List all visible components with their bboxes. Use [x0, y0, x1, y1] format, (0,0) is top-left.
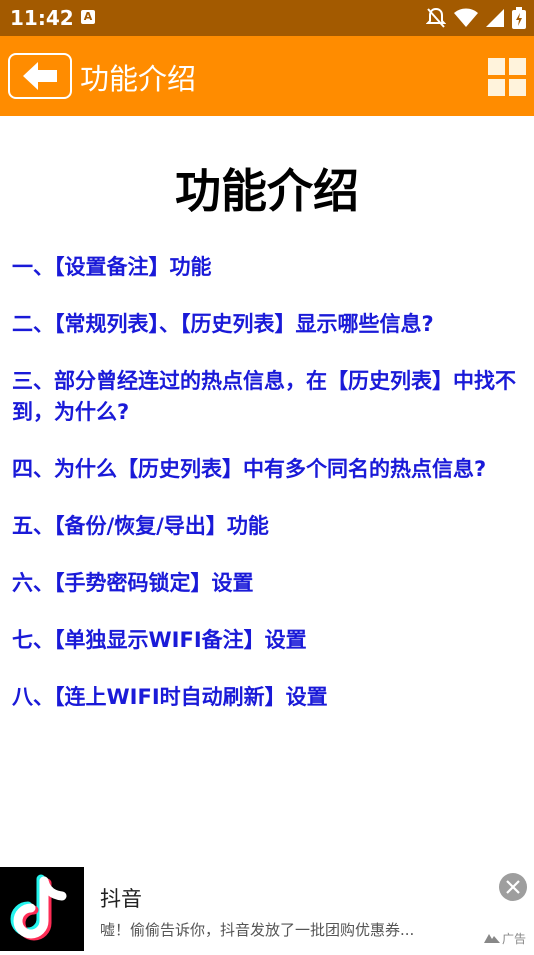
feature-link-8[interactable]: 八、【连上WIFI时自动刷新】设置 [12, 682, 522, 713]
feature-link-5[interactable]: 五、【备份/恢复/导出】功能 [12, 511, 522, 542]
status-time: 11:42 [10, 6, 74, 30]
ad-network-icon [484, 934, 500, 943]
ad-close-button[interactable] [499, 873, 527, 901]
feature-link-6[interactable]: 六、【手势密码锁定】设置 [12, 568, 522, 599]
battery-icon [512, 7, 526, 29]
ad-label: 广告 [484, 930, 526, 947]
feature-link-3[interactable]: 三、部分曾经连过的热点信息，在【历史列表】中找不到，为什么? [12, 366, 522, 428]
feature-link-2[interactable]: 二、【常规列表】、【历史列表】显示哪些信息? [12, 309, 522, 340]
arrow-left-icon [23, 62, 57, 90]
page-title: 功能介绍 [175, 164, 359, 218]
grid-icon[interactable] [488, 58, 526, 96]
ad-tag-text: 广告 [502, 932, 527, 946]
feature-link-7[interactable]: 七、【单独显示WIFI备注】设置 [12, 625, 522, 656]
feature-link-1[interactable]: 一、【设置备注】功能 [12, 252, 522, 283]
app-title: 功能介绍 [80, 62, 197, 96]
notification-badge: A [81, 10, 95, 24]
douyin-logo-icon[interactable] [0, 867, 84, 951]
ad-banner[interactable]: 抖音 嘘！偷偷告诉你，抖音发放了一批团购优惠券... 广告 [0, 867, 534, 951]
ad-app-name: 抖音 [100, 887, 142, 911]
status-bar: 11:42 A [0, 0, 534, 36]
ad-description: 嘘！偷偷告诉你，抖音发放了一批团购优惠券... [100, 921, 415, 939]
signal-icon [486, 9, 504, 27]
back-button[interactable] [8, 53, 72, 99]
wifi-icon [454, 8, 478, 27]
feature-list: 一、【设置备注】功能 二、【常规列表】、【历史列表】显示哪些信息? 三、部分曾经… [12, 252, 522, 739]
app-bar: 功能介绍 [0, 36, 534, 116]
feature-link-4[interactable]: 四、为什么【历史列表】中有多个同名的热点信息? [12, 454, 522, 485]
close-icon [506, 880, 520, 894]
mute-icon [426, 7, 446, 28]
